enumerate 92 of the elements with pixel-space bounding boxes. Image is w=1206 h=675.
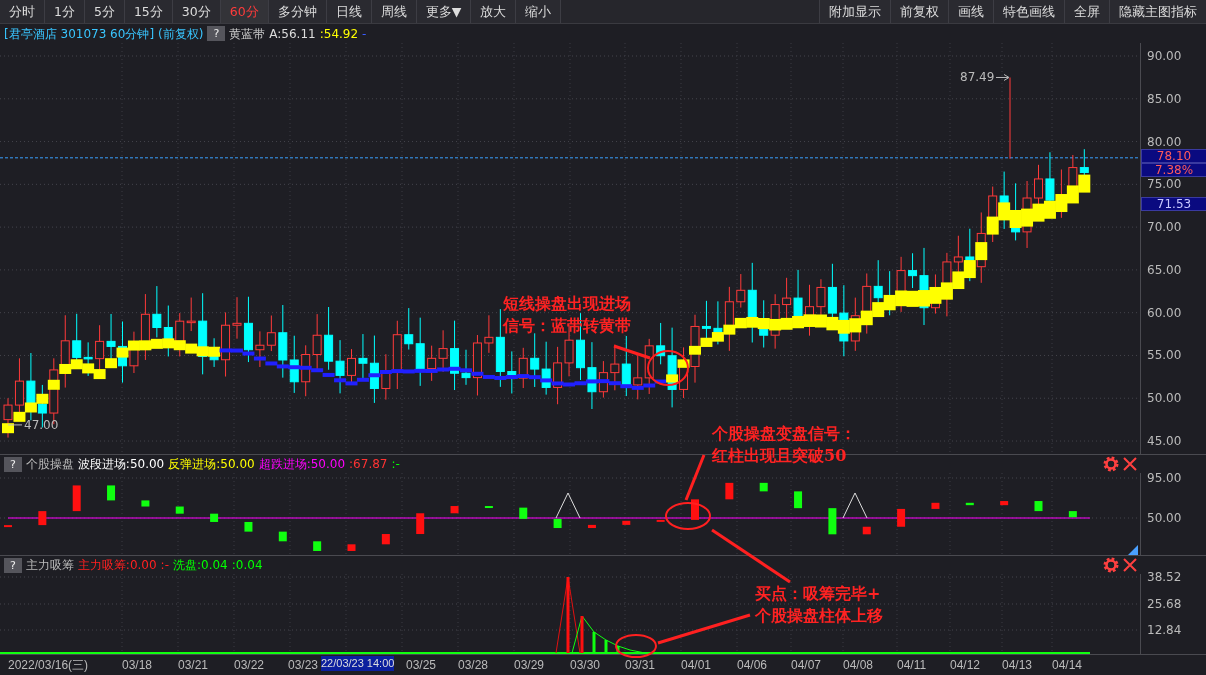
indicator-name: 个股操盘 xyxy=(25,456,74,473)
period-tab[interactable]: 60分 xyxy=(220,0,269,23)
toolbar-button[interactable]: 隐藏主图指标 xyxy=(1109,0,1206,23)
indicator-value: :54.92 xyxy=(319,25,359,43)
close-icon[interactable] xyxy=(1123,558,1137,572)
date-label: 04/07 xyxy=(791,657,822,674)
period-tab[interactable]: 缩小 xyxy=(516,0,562,23)
legend-value: :0.04 xyxy=(231,557,263,574)
period-tab[interactable]: 放大 xyxy=(471,0,517,23)
date-label: 03/30 xyxy=(570,657,601,674)
date-label: 04/01 xyxy=(681,657,712,674)
toolbar-button[interactable]: 特色画线 xyxy=(993,0,1064,23)
help-button[interactable]: ? xyxy=(4,456,22,472)
annotation-text: 个股操盘柱体上移 xyxy=(755,605,883,626)
axis-label: 90.00 xyxy=(1147,48,1182,65)
close-icon[interactable] xyxy=(1123,457,1137,471)
date-label: 03/25 xyxy=(406,657,437,674)
axis-label: 50.00 xyxy=(1147,510,1182,527)
indicator-value: - xyxy=(362,25,367,43)
date-label: 04/06 xyxy=(737,657,768,674)
period-tab[interactable]: 日线 xyxy=(326,0,372,23)
date-label: 03/29 xyxy=(514,657,545,674)
axis-label: 25.68 xyxy=(1147,596,1182,613)
indicator-value: A:56.11 xyxy=(269,25,316,43)
date-label: 04/08 xyxy=(843,657,874,674)
axis-label: 65.00 xyxy=(1147,261,1182,279)
date-label: 04/14 xyxy=(1052,657,1083,674)
axis-label: 45.00 xyxy=(1147,433,1182,450)
axis-label: 75.00 xyxy=(1147,176,1182,194)
indicator-name: 主力吸筹 xyxy=(25,557,74,574)
legend-value: 超跌进场:50.00 xyxy=(258,456,346,473)
adjust-label: (前复权) xyxy=(158,25,204,43)
toolbar-button[interactable]: 全屏 xyxy=(1064,0,1109,23)
date-label: 04/12 xyxy=(950,657,981,674)
period-tab[interactable]: 1分 xyxy=(45,0,85,23)
annotation-text: 买点：吸筹完毕+ xyxy=(755,583,881,604)
date-label: 03/28 xyxy=(458,657,489,674)
axis-label: 12.84 xyxy=(1147,622,1182,639)
corner-icon xyxy=(1128,545,1138,555)
highlight-circle xyxy=(647,350,689,386)
annotation-text: 红柱出现且突破50 xyxy=(712,445,847,466)
legend-value: :67.87 xyxy=(349,456,388,473)
low-marker: 47.00 xyxy=(24,416,59,434)
settings-icon[interactable] xyxy=(1102,455,1120,473)
legend-value: 主力吸筹:0.00 xyxy=(77,557,157,574)
price-tag: 7.38% xyxy=(1141,163,1206,177)
leader-line xyxy=(7,424,23,426)
help-button[interactable]: ? xyxy=(4,557,22,573)
axis-label: 80.00 xyxy=(1147,133,1182,151)
axis-label: 70.00 xyxy=(1147,219,1182,237)
indicator-name: 黄蓝带 xyxy=(229,25,266,43)
date-label: 03/21 xyxy=(178,657,209,674)
axis-label: 60.00 xyxy=(1147,304,1182,322)
period-tab[interactable]: 5分 xyxy=(84,0,125,23)
settings-icon[interactable] xyxy=(1102,556,1120,574)
date-label: 04/11 xyxy=(897,657,927,674)
stock-title: [君亭酒店 301073 60分钟] xyxy=(4,25,155,43)
date-label: 2022/03/16(三) xyxy=(8,657,89,674)
annotation-text: 短线操盘出现进场 xyxy=(503,293,631,314)
axis-label: 38.52 xyxy=(1147,569,1182,586)
axis-label: 85.00 xyxy=(1147,90,1182,108)
annotation-text: 个股操盘变盘信号： xyxy=(712,423,856,444)
axis-label: 95.00 xyxy=(1147,470,1182,487)
period-tab[interactable]: 周线 xyxy=(371,0,417,23)
highlight-circle xyxy=(665,502,711,530)
period-tab[interactable]: 更多▼ xyxy=(416,0,472,23)
legend-value: :- xyxy=(160,557,169,574)
legend-value: 反弹进场:50.00 xyxy=(168,456,255,473)
price-tag: 78.10 xyxy=(1141,149,1206,163)
cursor-time-label: 22/03/23 14:00 xyxy=(321,656,395,671)
period-tab[interactable]: 15分 xyxy=(124,0,173,23)
help-button[interactable]: ? xyxy=(207,26,226,41)
legend-value: 波段进场:50.00 xyxy=(77,456,165,473)
date-label: 04/13 xyxy=(1002,657,1033,674)
high-marker: 87.49 xyxy=(960,69,995,87)
period-tab[interactable]: 30分 xyxy=(172,0,221,23)
axis-label: 50.00 xyxy=(1147,390,1182,408)
arrow-icon xyxy=(995,74,1010,81)
legend-value: :- xyxy=(391,456,400,473)
price-tag: 71.53 xyxy=(1141,197,1206,211)
period-tab[interactable]: 多分钟 xyxy=(268,0,327,23)
date-label: 03/31 xyxy=(625,657,656,674)
axis-label: 55.00 xyxy=(1147,347,1182,365)
toolbar-button[interactable]: 附加显示 xyxy=(819,0,890,23)
date-label: 03/18 xyxy=(122,657,153,674)
date-label: 03/22 xyxy=(234,657,265,674)
legend-value: 洗盘:0.04 xyxy=(173,557,228,574)
toolbar-button[interactable]: 前复权 xyxy=(890,0,948,23)
period-tab[interactable]: 分时 xyxy=(0,0,45,23)
toolbar-button[interactable]: 画线 xyxy=(948,0,993,23)
date-label: 03/23 xyxy=(288,657,319,674)
highlight-circle xyxy=(615,634,657,658)
